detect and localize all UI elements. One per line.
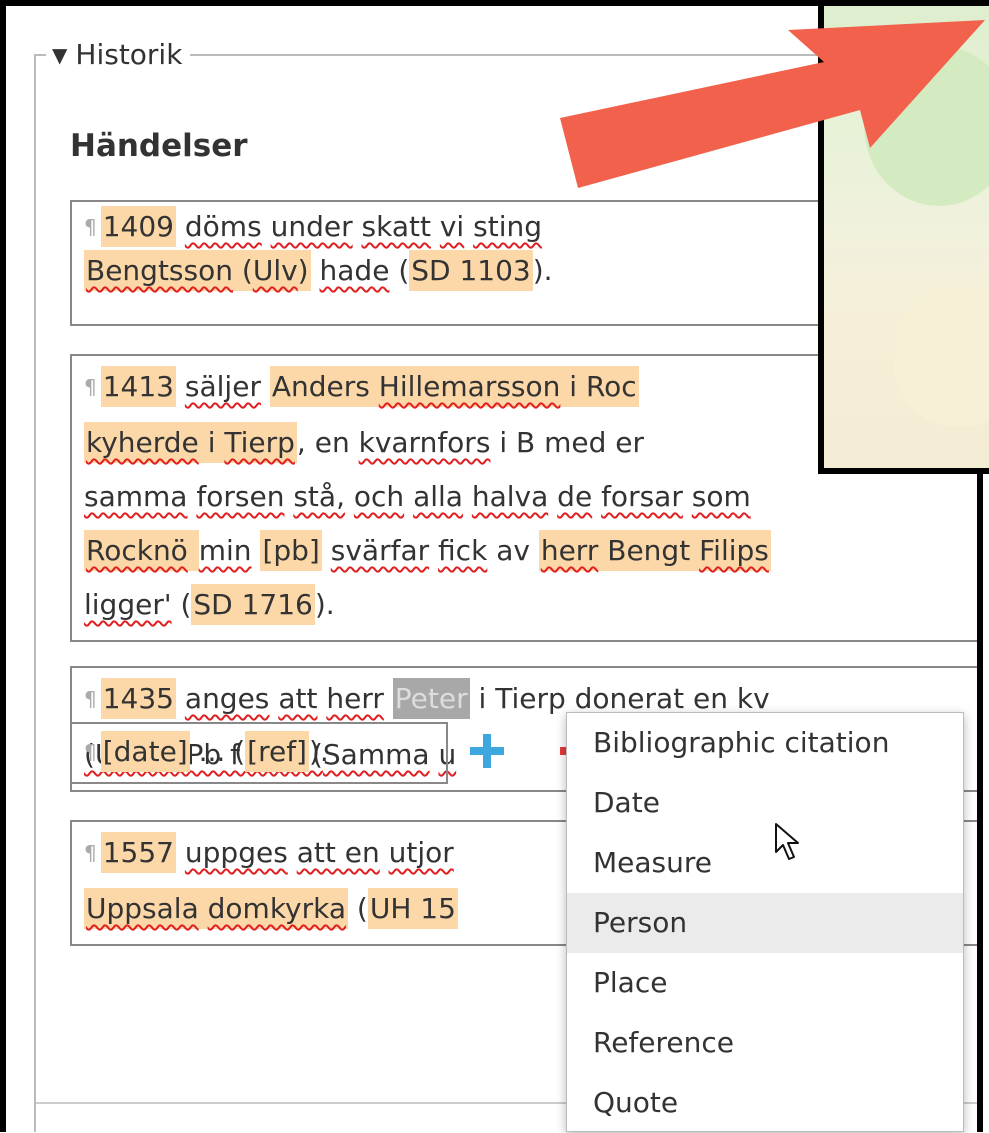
pilcrow-icon: ¶ [84,687,97,711]
menu-item-person[interactable]: Person [567,893,963,953]
reference-tag: SD 1716 [191,584,315,625]
section-toggle-historik[interactable]: ▼ Historik [46,38,191,74]
section-legend: Historik [75,38,183,71]
pilcrow-icon: ¶ [84,215,97,239]
place-tag: Rocknö [84,530,199,571]
person-tag: Anders Hillemarsson i Roc [269,366,639,407]
person-tag: kyherde i Tierp [84,422,297,463]
mouse-pointer-icon [775,823,799,860]
menu-item-quote[interactable]: Quote [567,1073,963,1133]
reference-tag: [ref] [245,731,309,772]
menu-item-place[interactable]: Place [567,953,963,1013]
pilcrow-icon: ¶ [84,740,97,764]
reference-tag: SD 1103 [409,250,533,291]
reference-tag: UH 15 [367,888,458,929]
annotation-arrow-icon [560,20,985,188]
pilcrow-icon: ¶ [84,841,97,865]
menu-item-reference[interactable]: Reference [567,1013,963,1073]
person-tag: herr Bengt Filips [538,530,771,571]
selected-text[interactable]: Peter [392,678,470,719]
menu-item-date[interactable]: Date [567,773,963,833]
menu-item-measure[interactable]: Measure [567,833,963,893]
menu-item-bibliographic-citation[interactable]: Bibliographic citation [567,713,963,773]
date-tag: 1413 [100,366,176,407]
pilcrow-icon: ¶ [84,375,97,399]
new-event-field[interactable]: ¶ [date] ... ([ref]). [70,722,448,784]
triangle-down-icon: ▼ [52,43,68,67]
date-tag: 1435 [100,678,176,719]
add-icon[interactable] [470,734,504,768]
date-tag: 1409 [100,206,176,247]
date-tag: [date] [100,731,190,772]
fieldset-border-left [34,54,36,1132]
place-tag: Uppsala domkyrka [84,888,348,929]
person-tag: Bengtsson (Ulv) [84,250,311,291]
context-menu: Bibliographic citation Date Measure Pers… [566,712,964,1132]
date-tag: 1557 [100,832,176,873]
events-heading: Händelser [70,128,248,164]
